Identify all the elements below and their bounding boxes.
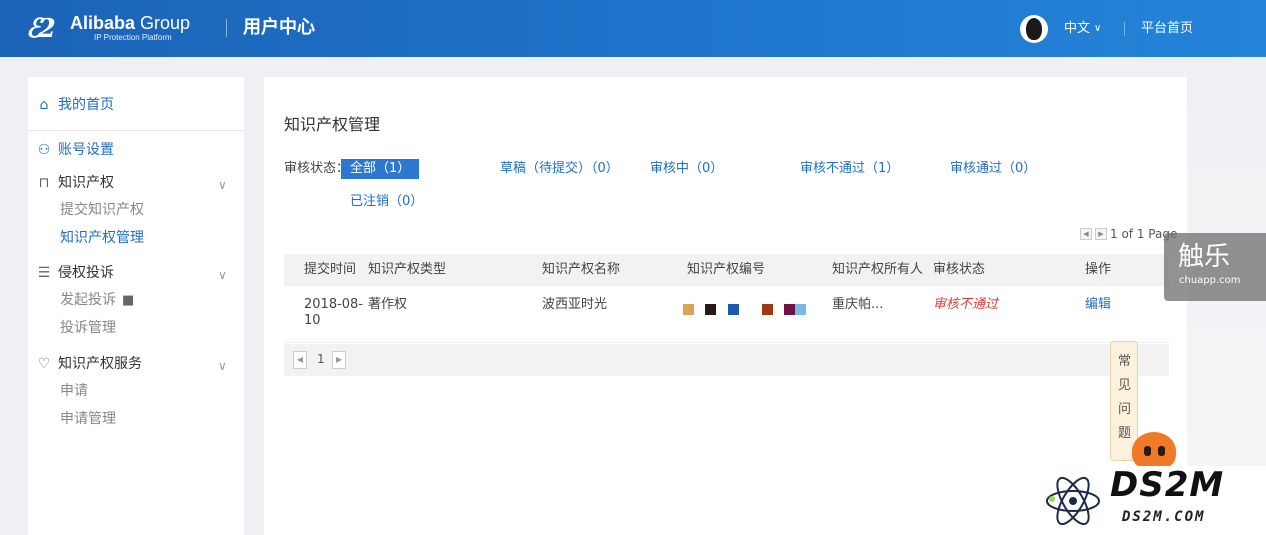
chevron-down-icon[interactable]: ∨ [218, 359, 227, 373]
redaction-block [795, 304, 806, 315]
ds2m-watermark: DS2M DS2M.COM [1040, 466, 1266, 535]
document-icon: ☰ [37, 265, 51, 281]
sidebar-item-apply[interactable]: 申请 [60, 382, 88, 400]
table-row: 2018-08- 10 著作权 波西亚时光 重庆帕... 审核不通过 编辑 [284, 286, 1169, 343]
mascot-eye [1158, 446, 1165, 456]
ip-type: 著作权 [368, 297, 408, 312]
page-section-title: 用户中心 [243, 17, 315, 38]
sidebar-group-ip[interactable]: ⊓ 知识产权 [36, 174, 114, 192]
redaction-block [705, 304, 716, 315]
filter-in-review[interactable]: 审核中（0） [650, 161, 723, 177]
header-divider [226, 19, 227, 37]
language-selector[interactable]: 中文 ∨ [1064, 21, 1101, 37]
status-badge: 审核不通过 [933, 297, 999, 312]
mascot-icon [1126, 430, 1182, 470]
logo-subtitle: IP Protection Platform [94, 33, 172, 42]
logo-name: Alibaba Group [70, 13, 191, 33]
faq-char: 问 [1118, 402, 1132, 417]
sidebar-item-label: 账号设置 [58, 142, 114, 158]
chevron-down-icon[interactable]: ∨ [218, 268, 227, 282]
sidebar-item-home[interactable]: ⌂ 我的首页 [36, 96, 114, 114]
filter-rejected[interactable]: 审核不通过（1） [800, 161, 899, 177]
sidebar-group-label: 侵权投诉 [58, 265, 114, 281]
watermark-text: 触乐 [1178, 242, 1231, 272]
alibaba-group-logo[interactable]: ℰ2 Alibaba Group IP Protection Platform [26, 13, 206, 45]
chuapp-watermark: 触乐 chuapp.com [1164, 233, 1266, 301]
ip-name: 波西亚时光 [542, 297, 608, 312]
table-header: 提交时间 知识产权类型 知识产权名称 知识产权编号 知识产权所有人 审核状态 操… [284, 254, 1169, 286]
top-header: ℰ2 Alibaba Group IP Protection Platform … [0, 0, 1266, 57]
sidebar-group-complaint[interactable]: ☰ 侵权投诉 [36, 264, 114, 282]
redaction-block [784, 304, 795, 315]
platform-home-link[interactable]: 平台首页 [1141, 21, 1193, 37]
chevron-down-icon[interactable]: ∨ [218, 178, 227, 192]
user-avatar[interactable] [1020, 15, 1048, 43]
submit-date: 2018-08- 10 [304, 297, 364, 328]
column-header: 知识产权类型 [368, 262, 447, 277]
sidebar-group-label: 知识产权 [58, 175, 114, 191]
filter-draft[interactable]: 草稿（待提交）（0） [500, 161, 619, 177]
sidebar-item-ip-management[interactable]: 知识产权管理 [60, 229, 144, 247]
watermark-url: DS2M.COM [1122, 509, 1206, 525]
book-icon: ⊓ [38, 175, 50, 191]
redaction-block [728, 304, 739, 315]
sidebar-group-service[interactable]: ♡ 知识产权服务 [36, 355, 142, 373]
table-pagination: ◀ 1 ▶ [284, 344, 1169, 376]
sidebar-item-label: 发起投诉 [60, 292, 116, 308]
ip-owner: 重庆帕... [832, 297, 884, 312]
column-header: 知识产权所有人 [832, 262, 924, 277]
heart-icon: ♡ [37, 356, 51, 372]
column-header: 操作 [1085, 262, 1112, 277]
edit-link[interactable]: 编辑 [1085, 297, 1111, 313]
sidebar-item-apply-management[interactable]: 申请管理 [60, 410, 116, 428]
redaction-block [683, 304, 694, 315]
page-title: 知识产权管理 [284, 115, 381, 134]
lock-icon: ■ [122, 293, 135, 308]
sidebar-item-account[interactable]: ⚇ 账号设置 [36, 141, 114, 159]
watermark-text: DS2M [1110, 465, 1225, 505]
header-separator [1124, 22, 1125, 36]
filter-all[interactable]: 全部（1） [341, 159, 420, 179]
filter-approved[interactable]: 审核通过（0） [950, 161, 1036, 177]
filter-cancelled[interactable]: 已注销（0） [350, 194, 423, 210]
language-label: 中文 [1064, 21, 1091, 36]
sidebar-home-section: ⌂ 我的首页 [28, 77, 244, 131]
atom-icon [1046, 476, 1100, 526]
user-icon: ⚇ [37, 142, 51, 158]
sidebar-item-start-complaint[interactable]: 发起投诉 ■ [60, 291, 134, 310]
sidebar: ⌂ 我的首页 ⚇ 账号设置 ⊓ 知识产权 ∨ 提交知识产权 知识产权管理 ☰ 侵… [28, 77, 244, 535]
sidebar-group-label: 知识产权服务 [58, 356, 142, 372]
sidebar-item-label: 我的首页 [58, 97, 114, 113]
sidebar-item-complaint-management[interactable]: 投诉管理 [60, 319, 116, 337]
prev-page-icon[interactable]: ◀ [293, 351, 307, 369]
prev-page-icon[interactable]: ◀ [1080, 228, 1092, 240]
mascot-eye [1144, 446, 1151, 456]
logo-mark: ℰ2 [26, 14, 56, 44]
avatar-silhouette [1026, 18, 1042, 40]
review-status-label: 审核状态： [284, 161, 350, 176]
current-page-number[interactable]: 1 [317, 352, 325, 366]
faq-char: 见 [1118, 378, 1132, 393]
next-page-icon[interactable]: ▶ [332, 351, 346, 369]
next-page-icon[interactable]: ▶ [1095, 228, 1107, 240]
chevron-down-icon: ∨ [1094, 23, 1102, 34]
watermark-url: chuapp.com [1179, 275, 1241, 286]
redaction-block [762, 304, 773, 315]
top-pagination: ◀ ▶ 1 of 1 Page [1080, 227, 1177, 241]
home-icon: ⌂ [39, 97, 49, 113]
sidebar-item-submit-ip[interactable]: 提交知识产权 [60, 201, 144, 219]
column-header: 审核状态 [933, 262, 986, 277]
column-header: 提交时间 [304, 262, 357, 277]
faq-char: 常 [1118, 354, 1132, 369]
column-header: 知识产权名称 [542, 262, 621, 277]
column-header: 知识产权编号 [687, 262, 766, 277]
